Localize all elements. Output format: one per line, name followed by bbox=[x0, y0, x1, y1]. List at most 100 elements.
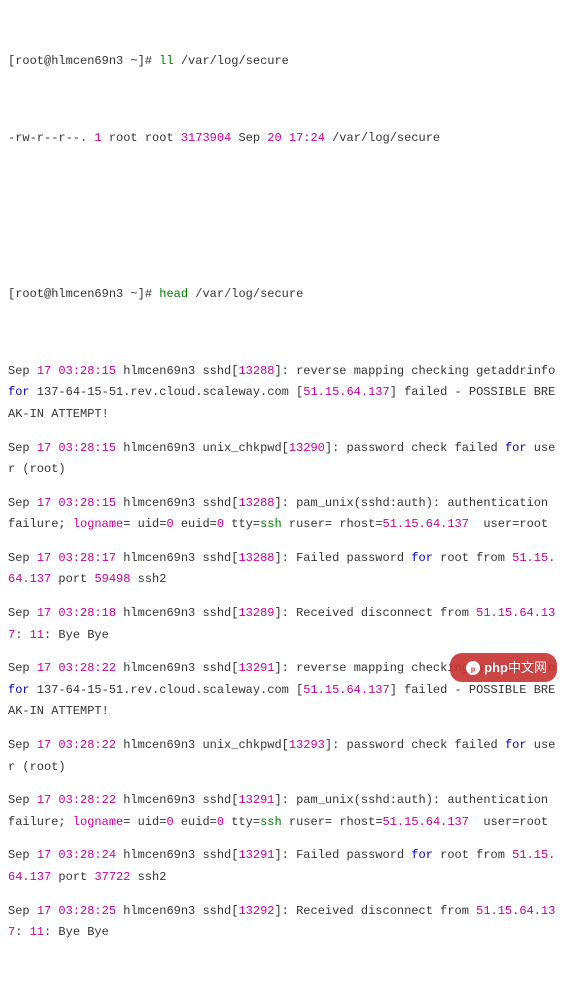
host: hlmcen69n3 bbox=[123, 441, 195, 455]
link-count: 1 bbox=[94, 131, 101, 145]
process: sshd[ bbox=[202, 848, 238, 862]
day: 17 bbox=[37, 904, 51, 918]
month: Sep bbox=[8, 606, 30, 620]
msg: root from bbox=[433, 848, 512, 862]
log-line: Sep 17 03:28:22 hlmcen69n3 unix_chkpwd[1… bbox=[8, 735, 559, 778]
host: hlmcen69n3 bbox=[123, 793, 195, 807]
pid: 13292 bbox=[238, 904, 274, 918]
watermark-brand: php bbox=[484, 660, 508, 675]
msg: : bbox=[15, 628, 29, 642]
process: sshd[ bbox=[202, 793, 238, 807]
log-line: Sep 17 03:28:15 hlmcen69n3 sshd[13288]: … bbox=[8, 493, 559, 536]
php-cn-watermark: pphp中文网 bbox=[450, 653, 557, 682]
msg: Failed password bbox=[289, 551, 411, 565]
time: 03:28:25 bbox=[58, 904, 116, 918]
day: 17 bbox=[37, 606, 51, 620]
code: 11 bbox=[30, 628, 44, 642]
msg: 137-64-15-51.rev.cloud.scaleway.com [ bbox=[30, 385, 304, 399]
msg: ssh2 bbox=[130, 572, 166, 586]
msg: user=root bbox=[469, 517, 548, 531]
bracket: ]: bbox=[274, 848, 288, 862]
msg: euid= bbox=[174, 517, 217, 531]
msg: ruser= rhost= bbox=[282, 517, 383, 531]
port: 59498 bbox=[94, 572, 130, 586]
log-line: Sep 17 03:28:15 hlmcen69n3 sshd[13288]: … bbox=[8, 361, 559, 426]
time: 03:28:15 bbox=[58, 364, 116, 378]
process: sshd[ bbox=[202, 606, 238, 620]
time: 03:28:15 bbox=[58, 496, 116, 510]
month: Sep bbox=[8, 496, 30, 510]
command-arg: /var/log/secure bbox=[174, 54, 289, 68]
bracket: ]: bbox=[274, 364, 288, 378]
pid: 13291 bbox=[238, 793, 274, 807]
host: hlmcen69n3 bbox=[123, 904, 195, 918]
msg: user=root bbox=[469, 815, 548, 829]
euid: 0 bbox=[217, 517, 224, 531]
process: sshd[ bbox=[202, 904, 238, 918]
process: unix_chkpwd[ bbox=[202, 441, 288, 455]
svg-text:p: p bbox=[471, 667, 475, 674]
command: head bbox=[159, 287, 188, 301]
month: Sep bbox=[8, 904, 30, 918]
host: hlmcen69n3 bbox=[123, 848, 195, 862]
ssh-kw: ssh bbox=[260, 815, 282, 829]
code: 11 bbox=[30, 925, 44, 939]
time: 03:28:22 bbox=[58, 793, 116, 807]
msg: : Bye Bye bbox=[44, 925, 109, 939]
day: 17 bbox=[37, 848, 51, 862]
msg: ruser= rhost= bbox=[282, 815, 383, 829]
msg: Failed password bbox=[289, 848, 411, 862]
pid: 13293 bbox=[289, 738, 325, 752]
log-line: Sep 17 03:28:18 hlmcen69n3 sshd[13289]: … bbox=[8, 603, 559, 646]
day: 17 bbox=[37, 738, 51, 752]
process: sshd[ bbox=[202, 661, 238, 675]
for-kw: for bbox=[505, 441, 527, 455]
prompt-suffix: ~]# bbox=[123, 287, 159, 301]
msg: port bbox=[51, 870, 94, 884]
day: 17 bbox=[37, 661, 51, 675]
bracket: ]: bbox=[274, 904, 288, 918]
bracket: ]: bbox=[325, 441, 339, 455]
port: 37722 bbox=[94, 870, 130, 884]
host: hlmcen69n3 bbox=[123, 551, 195, 565]
perms: -rw-r--r--. bbox=[8, 131, 87, 145]
log-line: Sep 17 03:28:25 hlmcen69n3 sshd[13292]: … bbox=[8, 901, 559, 944]
for-kw: for bbox=[8, 385, 30, 399]
ip: 51.15.64.137 bbox=[383, 815, 469, 829]
process: sshd[ bbox=[202, 496, 238, 510]
log-line: Sep 17 03:28:22 hlmcen69n3 sshd[13291]: … bbox=[8, 790, 559, 833]
bracket: ]: bbox=[325, 738, 339, 752]
ip: 51.15.64.137 bbox=[383, 517, 469, 531]
msg: ssh2 bbox=[130, 870, 166, 884]
pid: 13289 bbox=[238, 606, 274, 620]
ip: 51.15.64.137 bbox=[303, 385, 389, 399]
ls-output: -rw-r--r--. 1 root root 3173904 Sep 20 1… bbox=[8, 128, 559, 150]
day: 17 bbox=[37, 793, 51, 807]
host: hlmcen69n3 bbox=[123, 496, 195, 510]
msg: euid= bbox=[174, 815, 217, 829]
pid: 13288 bbox=[238, 551, 274, 565]
pid: 13290 bbox=[289, 441, 325, 455]
time: 17:24 bbox=[289, 131, 325, 145]
host: hlmcen69n3 bbox=[123, 738, 195, 752]
msg: 137-64-15-51.rev.cloud.scaleway.com [ bbox=[30, 683, 304, 697]
prompt-userhost: root@hlmcen69n3 bbox=[15, 54, 123, 68]
bracket: ]: bbox=[274, 496, 288, 510]
ssh-kw: ssh bbox=[260, 517, 282, 531]
euid: 0 bbox=[217, 815, 224, 829]
msg: : bbox=[15, 925, 29, 939]
host: hlmcen69n3 bbox=[123, 364, 195, 378]
msg: Received disconnect from bbox=[289, 606, 476, 620]
month: Sep bbox=[8, 551, 30, 565]
day: 17 bbox=[37, 441, 51, 455]
msg: password check failed bbox=[339, 738, 505, 752]
ip: 51.15.64.137 bbox=[303, 683, 389, 697]
host: hlmcen69n3 bbox=[123, 661, 195, 675]
host: hlmcen69n3 bbox=[123, 606, 195, 620]
msg: = uid= bbox=[123, 815, 166, 829]
pid: 13291 bbox=[238, 661, 274, 675]
pid: 13291 bbox=[238, 848, 274, 862]
month: Sep bbox=[8, 738, 30, 752]
msg: Received disconnect from bbox=[289, 904, 476, 918]
month: Sep bbox=[8, 441, 30, 455]
